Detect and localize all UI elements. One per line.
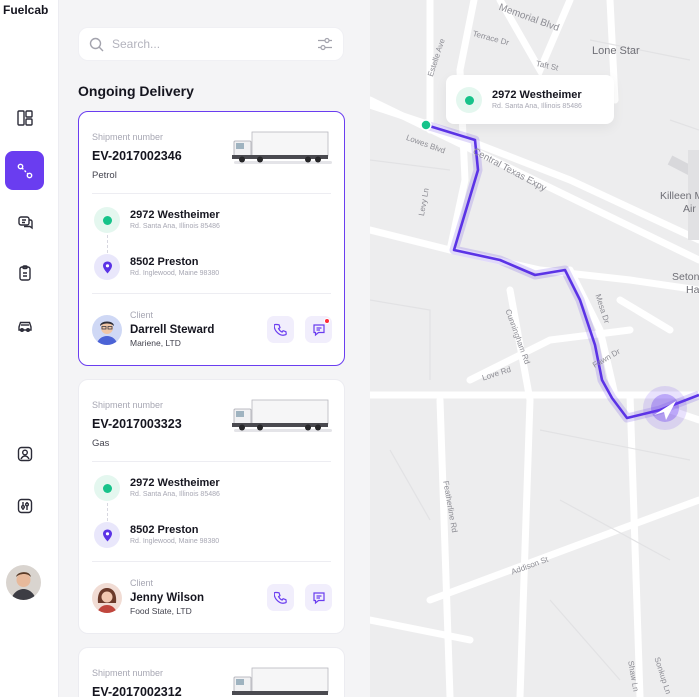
route-connector bbox=[107, 503, 108, 521]
client-name: Darrell Steward bbox=[130, 324, 215, 336]
map-view[interactable]: Memorial Blvd Terrace Dr Lone Star Taft … bbox=[370, 0, 699, 697]
place-label: Ha bbox=[686, 284, 699, 296]
origin-marker bbox=[94, 207, 120, 233]
location-pin-icon bbox=[102, 261, 112, 273]
fuel-type: Gas bbox=[92, 438, 110, 449]
section-title: Ongoing Delivery bbox=[78, 83, 194, 99]
divider bbox=[92, 461, 331, 462]
shipment-label: Shipment number bbox=[92, 400, 164, 410]
phone-icon bbox=[273, 591, 287, 604]
popup-address: Rd. Santa Ana, Illinois 85486 bbox=[492, 103, 582, 110]
user-avatar[interactable] bbox=[6, 565, 41, 600]
shipment-number: EV-2017003323 bbox=[92, 417, 182, 431]
delivery-panel: Ongoing Delivery Shipment number EV-2017… bbox=[60, 0, 370, 697]
clipboard-icon bbox=[18, 264, 31, 281]
message-icon bbox=[312, 323, 325, 336]
phone-icon bbox=[273, 323, 287, 336]
place-label: Killeen M bbox=[660, 190, 699, 202]
client-avatar bbox=[92, 315, 122, 345]
notification-dot bbox=[324, 318, 330, 324]
truck-image bbox=[232, 667, 329, 695]
shipment-number: EV-2017002346 bbox=[92, 149, 182, 163]
origin-title: 2972 Westheimer bbox=[130, 477, 220, 489]
origin-address: Rd. Santa Ana, Illinois 85486 bbox=[130, 491, 220, 498]
message-button[interactable] bbox=[305, 316, 332, 343]
place-label: Seton bbox=[672, 271, 699, 283]
sidebar: Fuelcab bbox=[0, 0, 59, 697]
client-company: Food State, LTD bbox=[130, 606, 192, 616]
nav-dashboard[interactable] bbox=[5, 98, 44, 137]
divider bbox=[92, 193, 331, 194]
message-button[interactable] bbox=[305, 584, 332, 611]
search-input[interactable] bbox=[112, 37, 317, 51]
search-icon bbox=[89, 37, 104, 51]
nav-chat[interactable] bbox=[5, 202, 44, 241]
client-company: Mariene, LTD bbox=[130, 338, 181, 348]
location-popup[interactable]: 2972 Westheimer Rd. Santa Ana, Illinois … bbox=[446, 75, 614, 124]
call-button[interactable] bbox=[267, 316, 294, 343]
shipment-number: EV-2017002312 bbox=[92, 685, 182, 697]
truck-image bbox=[232, 399, 332, 432]
settings-icon bbox=[17, 498, 32, 513]
delivery-card[interactable]: Shipment number EV-2017002346 Petrol 297… bbox=[78, 111, 345, 366]
chat-icon bbox=[17, 215, 33, 229]
route-icon bbox=[17, 163, 32, 178]
nav-profile[interactable] bbox=[5, 434, 44, 473]
brand-logo: Fuelcab bbox=[3, 3, 49, 17]
nav-vehicles[interactable] bbox=[5, 305, 44, 344]
truck-image bbox=[232, 131, 332, 164]
origin-address: Rd. Santa Ana, Illinois 85486 bbox=[130, 223, 220, 230]
search-bar bbox=[78, 27, 344, 61]
place-label: Lone Star bbox=[592, 45, 640, 57]
client-label: Client bbox=[130, 578, 154, 588]
app: Fuelcab Ongoing bbox=[0, 0, 699, 697]
delivery-card[interactable]: Shipment number EV-2017003323 Gas 2972 W… bbox=[78, 379, 345, 634]
client-avatar bbox=[92, 583, 122, 613]
dashboard-icon bbox=[16, 109, 33, 126]
car-icon bbox=[17, 321, 32, 332]
destination-address: Rd. Inglewood, Maine 98380 bbox=[130, 270, 220, 277]
popup-title: 2972 Westheimer bbox=[492, 89, 582, 101]
shipment-label: Shipment number bbox=[92, 668, 164, 678]
delivery-card[interactable]: Shipment number EV-2017002312 bbox=[78, 647, 345, 697]
destination-marker bbox=[94, 522, 120, 548]
call-button[interactable] bbox=[267, 584, 294, 611]
route-connector bbox=[107, 235, 108, 253]
message-icon bbox=[312, 591, 325, 604]
divider bbox=[92, 561, 331, 562]
destination-marker bbox=[94, 254, 120, 280]
place-label: Air bbox=[683, 203, 696, 215]
destination-address: Rd. Inglewood, Maine 98380 bbox=[130, 538, 220, 545]
divider bbox=[92, 293, 331, 294]
user-icon bbox=[17, 446, 32, 461]
client-name: Jenny Wilson bbox=[130, 592, 205, 604]
origin-marker bbox=[94, 475, 120, 501]
fuel-type: Petrol bbox=[92, 170, 117, 181]
location-pin-icon bbox=[102, 529, 112, 541]
client-label: Client bbox=[130, 310, 154, 320]
destination-title: 8502 Preston bbox=[130, 256, 199, 268]
nav-orders[interactable] bbox=[5, 253, 44, 292]
nav-settings[interactable] bbox=[5, 486, 44, 525]
origin-title: 2972 Westheimer bbox=[130, 209, 220, 221]
origin-marker bbox=[456, 87, 482, 113]
destination-title: 8502 Preston bbox=[130, 524, 199, 536]
nav-route[interactable] bbox=[5, 151, 44, 190]
shipment-label: Shipment number bbox=[92, 132, 164, 142]
filter-icon[interactable] bbox=[317, 36, 333, 52]
